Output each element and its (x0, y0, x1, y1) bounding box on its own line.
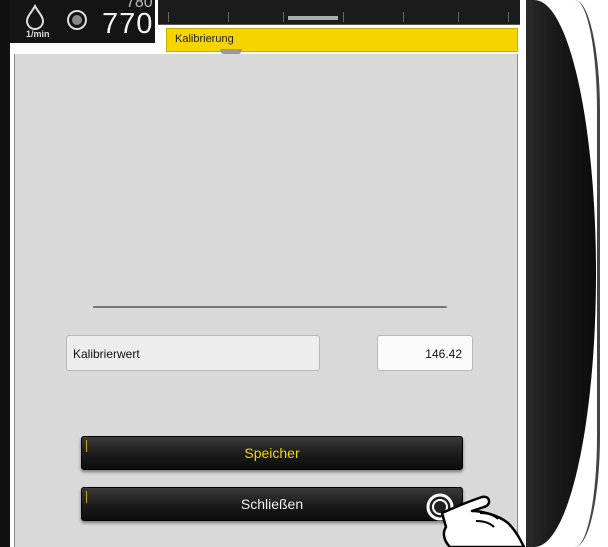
scale-tick (168, 12, 169, 22)
scale-indicator (288, 16, 338, 20)
scale-tick (343, 12, 344, 22)
top-scale-strip (158, 0, 520, 25)
drop-icon (25, 4, 45, 30)
close-button[interactable]: Schließen (81, 487, 463, 521)
scale-tick (283, 12, 284, 22)
calibration-label: Kalibrierwert (73, 347, 140, 361)
speed-unit: 1/min (26, 29, 50, 39)
divider (93, 306, 447, 308)
scale-tick (458, 12, 459, 22)
calibration-value-field[interactable]: 146.42 (377, 335, 473, 371)
calibration-panel: Kalibrierwert 146.42 Speicher Schließen (14, 54, 518, 547)
save-button[interactable]: Speicher (81, 436, 463, 470)
dialog-title: Kalibrierung (175, 33, 234, 45)
record-icon (67, 10, 87, 30)
dialog-title-bar: Kalibrierung (166, 28, 518, 52)
scale-tick (508, 12, 509, 22)
current-speed-value: 770 (102, 8, 154, 40)
speed-status-tile[interactable]: 1/min 780 770 (10, 0, 155, 43)
left-frame (0, 0, 10, 547)
hand-pointer-icon (426, 493, 526, 547)
calibration-value: 146.42 (425, 347, 462, 361)
right-bezel-edge (575, 0, 600, 547)
scale-tick (403, 12, 404, 22)
scale-tick (228, 12, 229, 22)
calibration-label-box: Kalibrierwert (66, 335, 320, 371)
